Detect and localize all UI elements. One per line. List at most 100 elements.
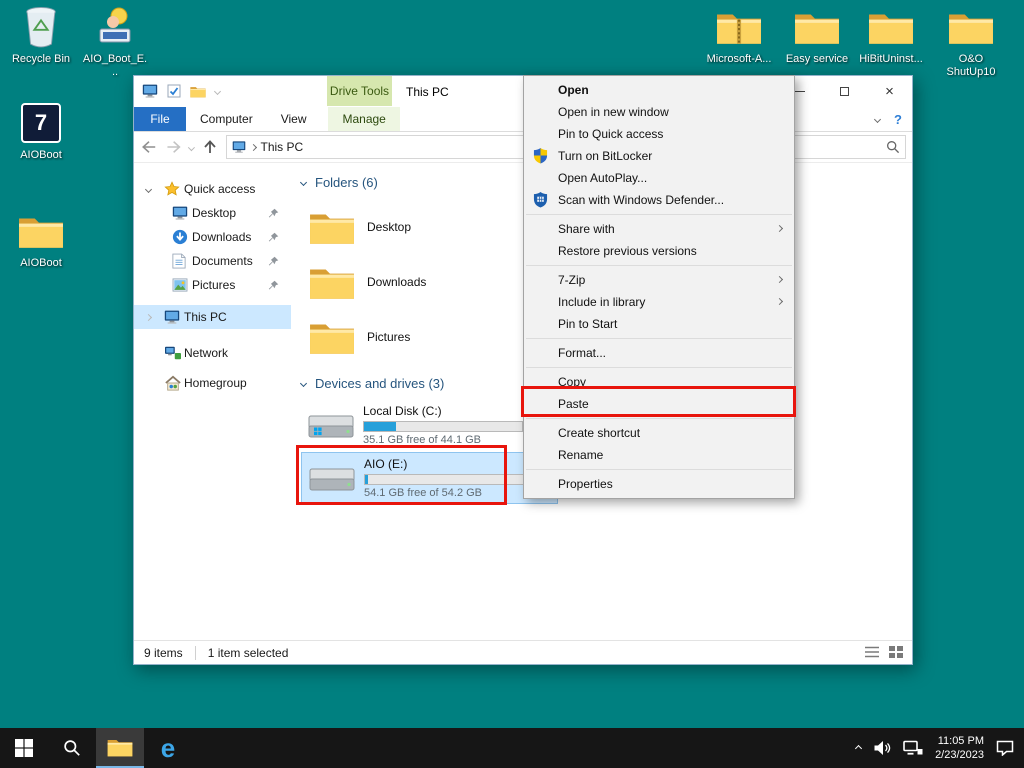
menu-item-scan-defender[interactable]: Scan with Windows Defender... bbox=[524, 189, 794, 211]
desktop-icon-easy-service[interactable]: Easy service bbox=[784, 4, 850, 66]
menu-separator bbox=[526, 265, 792, 266]
expand-ribbon-chevron-icon[interactable] bbox=[874, 116, 881, 123]
taskbar-clock[interactable]: 11:05 PM 2/23/2023 bbox=[935, 734, 984, 762]
folder-tile-pictures[interactable]: Pictures bbox=[301, 309, 546, 364]
pin-icon bbox=[268, 256, 279, 267]
sidebar-item-downloads[interactable]: Downloads bbox=[134, 225, 291, 249]
close-button[interactable]: × bbox=[867, 76, 912, 106]
menu-item-properties[interactable]: Properties bbox=[524, 473, 794, 495]
tab-view[interactable]: View bbox=[267, 107, 321, 131]
desktop-icon-aioboot-folder[interactable]: AIOBoot bbox=[8, 208, 74, 270]
properties-shortcut-icon[interactable] bbox=[167, 84, 181, 98]
sidebar-item-quick-access[interactable]: Quick access bbox=[134, 177, 291, 201]
tab-computer[interactable]: Computer bbox=[186, 107, 267, 131]
maximize-button[interactable] bbox=[822, 76, 867, 106]
menu-item-pin-to-start[interactable]: Pin to Start bbox=[524, 313, 794, 335]
back-button[interactable] bbox=[140, 136, 158, 158]
clock-date: 2/23/2023 bbox=[935, 748, 984, 762]
zip-folder-icon bbox=[716, 4, 762, 50]
menu-item-format[interactable]: Format... bbox=[524, 342, 794, 364]
menu-separator bbox=[526, 338, 792, 339]
folder-tile-downloads[interactable]: Downloads bbox=[301, 254, 546, 309]
forward-button[interactable] bbox=[165, 136, 183, 158]
items-count: 9 items bbox=[144, 646, 183, 660]
quick-access-toolbar bbox=[142, 83, 220, 99]
desktop-icon-microsoft-zip[interactable]: Microsoft-A... bbox=[706, 4, 772, 66]
menu-item-open[interactable]: Open bbox=[524, 79, 794, 101]
status-bar: 9 items 1 item selected bbox=[134, 640, 912, 664]
sidebar-item-this-pc[interactable]: This PC bbox=[134, 305, 291, 329]
desktop-icon-oo-shutup[interactable]: O&O ShutUp10 bbox=[936, 4, 1006, 79]
taskbar-file-explorer-button[interactable] bbox=[96, 728, 144, 768]
folder-icon bbox=[18, 208, 64, 254]
collapse-chevron-icon[interactable] bbox=[300, 178, 307, 185]
menu-item-create-shortcut[interactable]: Create shortcut bbox=[524, 422, 794, 444]
pin-icon bbox=[268, 232, 279, 243]
menu-separator bbox=[526, 214, 792, 215]
volume-icon[interactable] bbox=[873, 740, 891, 756]
menu-item-7zip[interactable]: 7-Zip bbox=[524, 269, 794, 291]
start-button[interactable] bbox=[0, 728, 48, 768]
menu-item-restore-previous[interactable]: Restore previous versions bbox=[524, 240, 794, 262]
windows-logo-icon bbox=[15, 739, 33, 757]
sidebar-item-documents[interactable]: Documents bbox=[134, 249, 291, 273]
bitlocker-shield-icon bbox=[533, 147, 548, 164]
sidebar-item-pictures[interactable]: Pictures bbox=[134, 273, 291, 297]
search-icon bbox=[886, 140, 900, 154]
details-view-icon[interactable] bbox=[864, 645, 880, 659]
menu-item-share-with[interactable]: Share with bbox=[524, 218, 794, 240]
desktop-icon-label: HiBitUninst... bbox=[859, 53, 923, 66]
expand-chevron-icon[interactable] bbox=[145, 313, 152, 320]
help-icon[interactable]: ? bbox=[894, 112, 902, 127]
menu-item-open-autoplay[interactable]: Open AutoPlay... bbox=[524, 167, 794, 189]
taskbar-search-button[interactable] bbox=[48, 728, 96, 768]
action-center-icon[interactable] bbox=[996, 740, 1014, 756]
menu-item-pin-quick-access[interactable]: Pin to Quick access bbox=[524, 123, 794, 145]
desktop-icon-label: Easy service bbox=[786, 53, 848, 66]
menu-separator bbox=[526, 469, 792, 470]
pin-icon bbox=[268, 208, 279, 219]
desktop-icon-hibit[interactable]: HiBitUninst... bbox=[858, 4, 924, 66]
breadcrumb[interactable]: This PC bbox=[261, 140, 304, 154]
search-icon bbox=[63, 739, 81, 757]
desktop-icon-aio-boot-app[interactable]: AIO_Boot_E... bbox=[82, 4, 148, 79]
this-pc-icon bbox=[232, 140, 246, 154]
recent-locations-chevron-icon[interactable] bbox=[188, 144, 195, 151]
window-controls: × bbox=[777, 76, 912, 106]
up-button[interactable] bbox=[201, 136, 219, 158]
menu-item-rename[interactable]: Rename bbox=[524, 444, 794, 466]
window-icon bbox=[142, 83, 158, 99]
sidebar-item-network[interactable]: Network bbox=[134, 341, 291, 365]
desktop-icon-label: Microsoft-A... bbox=[707, 53, 772, 66]
desktop-icon-aioboot-iso[interactable]: 7 AIOBoot bbox=[8, 100, 74, 162]
breadcrumb-chevron-icon[interactable] bbox=[249, 143, 256, 150]
capacity-bar bbox=[363, 421, 523, 432]
new-folder-shortcut-icon[interactable] bbox=[190, 85, 206, 98]
folder-icon bbox=[794, 4, 840, 50]
menu-separator bbox=[526, 367, 792, 368]
menu-item-turn-on-bitlocker[interactable]: Turn on BitLocker bbox=[524, 145, 794, 167]
quick-access-star-icon bbox=[164, 181, 180, 197]
tray-overflow-chevron-icon[interactable] bbox=[855, 744, 862, 751]
collapse-chevron-icon[interactable] bbox=[300, 379, 307, 386]
sidebar-item-homegroup[interactable]: Homegroup bbox=[134, 371, 291, 395]
window-title: This PC bbox=[406, 85, 449, 99]
annotation-box-paste bbox=[521, 386, 796, 417]
folder-tile-desktop[interactable]: Desktop bbox=[301, 199, 546, 254]
sidebar-item-desktop[interactable]: Desktop bbox=[134, 201, 291, 225]
this-pc-icon bbox=[164, 309, 180, 325]
taskbar-edge-button[interactable]: e bbox=[144, 728, 192, 768]
folder-icon bbox=[948, 4, 994, 50]
menu-item-include-in-library[interactable]: Include in library bbox=[524, 291, 794, 313]
folder-icon bbox=[868, 4, 914, 50]
desktop-icon-recycle-bin[interactable]: Recycle Bin bbox=[8, 4, 74, 66]
tab-manage[interactable]: Manage bbox=[328, 107, 399, 131]
customize-toolbar-chevron-icon[interactable] bbox=[214, 87, 221, 94]
system-drive-icon bbox=[308, 410, 354, 442]
large-icons-view-icon[interactable] bbox=[888, 645, 904, 659]
expand-chevron-icon[interactable] bbox=[145, 185, 152, 192]
network-tray-icon[interactable] bbox=[903, 740, 923, 756]
menu-item-open-new-window[interactable]: Open in new window bbox=[524, 101, 794, 123]
drive-tools-contextual-tab[interactable]: Drive Tools bbox=[327, 76, 392, 106]
tab-file[interactable]: File bbox=[134, 107, 186, 131]
